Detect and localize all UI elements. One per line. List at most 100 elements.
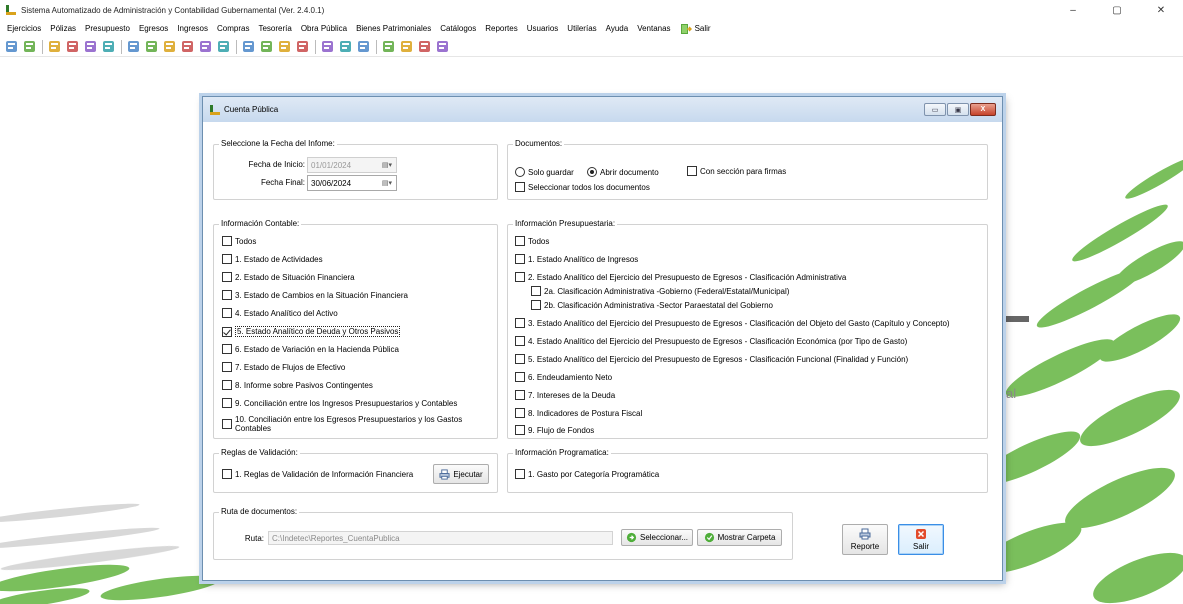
checkbox-row[interactable]: 7. Intereses de la Deuda xyxy=(515,390,615,400)
refresh-icon[interactable] xyxy=(3,39,19,55)
table-icon[interactable] xyxy=(100,39,116,55)
checkbox-row[interactable]: 4. Estado Analítico del Ejercicio del Pr… xyxy=(515,336,907,346)
minimize-button[interactable]: – xyxy=(1051,0,1095,20)
checkbox-row[interactable]: 2. Estado Analítico del Ejercicio del Pr… xyxy=(515,272,846,282)
checkbox-row[interactable]: 9. Flujo de Fondos xyxy=(515,425,594,435)
checkbox-gasto-categoria-box[interactable] xyxy=(515,469,525,479)
dialog-maximize-button[interactable]: ▣ xyxy=(947,103,969,116)
mostrar-carpeta-button[interactable]: Mostrar Carpeta xyxy=(697,529,782,546)
checkbox-reglas-validacion[interactable]: 1. Reglas de Validación de Información F… xyxy=(222,469,413,479)
menu-polizas[interactable]: Pólizas xyxy=(50,24,76,33)
checkbox[interactable] xyxy=(222,326,232,337)
checkbox[interactable] xyxy=(222,308,232,318)
checkbox-row[interactable]: 1. Estado de Actividades xyxy=(222,254,323,264)
checkbox-row[interactable]: Todos xyxy=(515,236,549,246)
checkbox-row[interactable]: 5. Estado Analítico de Deuda y Otros Pas… xyxy=(222,326,401,337)
menu-ventanas[interactable]: Ventanas xyxy=(637,24,670,33)
checkbox[interactable] xyxy=(515,254,525,264)
checkbox-row[interactable]: 10. Conciliación entre los Egresos Presu… xyxy=(222,415,475,433)
checkbox-row[interactable]: 9. Conciliación entre los Ingresos Presu… xyxy=(222,398,457,408)
tools-icon[interactable] xyxy=(337,39,353,55)
report-e-icon[interactable] xyxy=(161,39,177,55)
dialog-minimize-button[interactable]: ▭ xyxy=(924,103,946,116)
calendar-dropdown-icon[interactable]: ▤▾ xyxy=(380,178,394,188)
checkbox[interactable] xyxy=(222,380,232,390)
help-icon[interactable] xyxy=(434,39,450,55)
checkbox-row[interactable]: 3. Estado de Cambios en la Situación Fin… xyxy=(222,290,408,300)
ledger-icon[interactable] xyxy=(240,39,256,55)
checkbox-row[interactable]: 8. Indicadores de Postura Fiscal xyxy=(515,408,642,418)
dialog-close-button[interactable]: X xyxy=(970,103,996,116)
radio-abrir-documento-control[interactable] xyxy=(587,167,597,177)
tree-icon[interactable] xyxy=(380,39,396,55)
checkbox-seleccionar-todos[interactable]: Seleccionar todos los documentos xyxy=(515,182,650,192)
checkbox-reglas-validacion-box[interactable] xyxy=(222,469,232,479)
shield-icon[interactable] xyxy=(398,39,414,55)
checkbox-row[interactable]: 8. Informe sobre Pasivos Contingentes xyxy=(222,380,373,390)
calculator-icon[interactable] xyxy=(64,39,80,55)
checkbox[interactable] xyxy=(531,286,541,296)
seleccionar-button[interactable]: Seleccionar... xyxy=(621,529,693,546)
checkbox[interactable] xyxy=(531,300,541,310)
menu-utilerias[interactable]: Utilerías xyxy=(567,24,596,33)
checkbox-row[interactable]: 2b. Clasificación Administrativa -Sector… xyxy=(531,300,773,310)
menu-ayuda[interactable]: Ayuda xyxy=(606,24,629,33)
checkbox-row[interactable]: 6. Endeudamiento Neto xyxy=(515,372,612,382)
book-blue-icon[interactable] xyxy=(416,39,432,55)
radio-solo-guardar-control[interactable] xyxy=(515,167,525,177)
checkbox-row[interactable]: Todos xyxy=(222,236,256,246)
checkbox-row[interactable]: 6. Estado de Variación en la Hacienda Pú… xyxy=(222,344,399,354)
checkbox[interactable] xyxy=(515,318,525,328)
fecha-final-picker[interactable]: 30/06/2024 ▤▾ xyxy=(307,175,397,191)
menu-usuarios[interactable]: Usuarios xyxy=(527,24,559,33)
checkbox-seleccionar-todos-box[interactable] xyxy=(515,182,525,192)
checkbox-gasto-categoria[interactable]: 1. Gasto por Categoría Programática xyxy=(515,469,659,479)
menu-obra-publica[interactable]: Obra Pública xyxy=(301,24,347,33)
checkbox[interactable] xyxy=(222,344,232,354)
menu-compras[interactable]: Compras xyxy=(217,24,249,33)
checkbox-row[interactable]: 5. Estado Analítico del Ejercicio del Pr… xyxy=(515,354,908,364)
fecha-inicio-picker[interactable]: 01/01/2024 ▤▾ xyxy=(307,157,397,173)
checkbox[interactable] xyxy=(515,354,525,364)
ruta-path-field[interactable]: C:\Indetec\Reportes_CuentaPublica xyxy=(268,531,613,545)
menu-ejercicios[interactable]: Ejercicios xyxy=(7,24,41,33)
checkbox[interactable] xyxy=(515,425,525,435)
checkbox-row[interactable]: 2a. Clasificación Administrativa -Gobier… xyxy=(531,286,789,296)
checkbox[interactable] xyxy=(222,254,232,264)
box-icon[interactable] xyxy=(294,39,310,55)
report-c-icon[interactable] xyxy=(125,39,141,55)
checkbox-con-seccion-firmas[interactable]: Con sección para firmas xyxy=(687,166,786,176)
salir-button[interactable]: Salir xyxy=(898,524,944,555)
printer-icon[interactable] xyxy=(46,39,62,55)
checkbox-row[interactable]: 4. Estado Analítico del Activo xyxy=(222,308,338,318)
menu-egresos[interactable]: Egresos xyxy=(139,24,168,33)
print-alt-icon[interactable] xyxy=(215,39,231,55)
checkbox[interactable] xyxy=(222,236,232,246)
checkbox[interactable] xyxy=(515,236,525,246)
menu-bienes-patrimoniales[interactable]: Bienes Patrimoniales xyxy=(356,24,431,33)
menu-ingresos[interactable]: Ingresos xyxy=(177,24,208,33)
ejecutar-button[interactable]: Ejecutar xyxy=(433,464,489,484)
checkbox[interactable] xyxy=(515,372,525,382)
checkbox[interactable] xyxy=(222,419,232,429)
checkbox[interactable] xyxy=(222,272,232,282)
reporte-button[interactable]: Reporte xyxy=(842,524,888,555)
report-f-icon[interactable] xyxy=(179,39,195,55)
checkbox[interactable] xyxy=(515,272,525,282)
report-b-icon[interactable] xyxy=(197,39,213,55)
radio-solo-guardar[interactable]: Solo guardar xyxy=(515,167,574,177)
close-button[interactable]: ✕ xyxy=(1139,0,1183,20)
checkbox[interactable] xyxy=(515,390,525,400)
checkbox-row[interactable]: 1. Estado Analítico de Ingresos xyxy=(515,254,638,264)
checkbox-row[interactable]: 3. Estado Analítico del Ejercicio del Pr… xyxy=(515,318,950,328)
checkbox[interactable] xyxy=(515,408,525,418)
menu-presupuesto[interactable]: Presupuesto xyxy=(85,24,130,33)
checkbox[interactable] xyxy=(515,336,525,346)
book-icon[interactable] xyxy=(82,39,98,55)
radio-abrir-documento[interactable]: Abrir documento xyxy=(587,167,659,177)
checkbox[interactable] xyxy=(222,398,232,408)
menu-salir[interactable]: Salir xyxy=(680,23,711,35)
checkbox[interactable] xyxy=(222,362,232,372)
checkbox[interactable] xyxy=(222,290,232,300)
document-icon[interactable] xyxy=(21,39,37,55)
